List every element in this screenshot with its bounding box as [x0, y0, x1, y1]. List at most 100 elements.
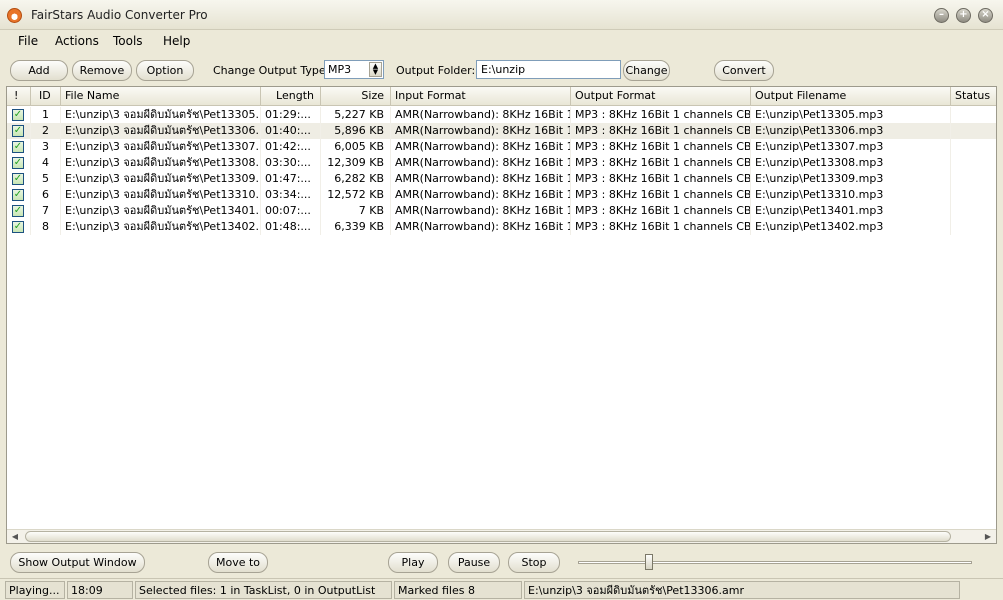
cell-id: 5	[31, 171, 61, 187]
cell-id: 2	[31, 123, 61, 139]
table-row[interactable]: ✓ 7 E:\unzip\3 จอมผีดิบมันตรัช\Pet13401...…	[7, 203, 996, 219]
cell-length: 00:07:...	[261, 203, 321, 219]
cell-status	[951, 123, 996, 139]
checkbox[interactable]: ✓	[12, 173, 24, 185]
menu-file[interactable]: File	[18, 34, 38, 48]
cell-size: 6,282 KB	[321, 171, 391, 187]
cell-size: 6,005 KB	[321, 139, 391, 155]
cell-output-filename: E:\unzip\Pet13309.mp3	[751, 171, 951, 187]
cell-size: 7 KB	[321, 203, 391, 219]
column-header-id[interactable]: ID	[31, 87, 61, 106]
checkbox[interactable]: ✓	[12, 125, 24, 137]
cell-output-filename: E:\unzip\Pet13308.mp3	[751, 155, 951, 171]
row-checkbox: ✓	[7, 123, 31, 139]
output-folder-label: Output Folder:	[396, 64, 476, 77]
cell-length: 03:30:...	[261, 155, 321, 171]
status-state: Playing...	[5, 581, 65, 599]
remove-button[interactable]: Remove	[72, 60, 132, 81]
output-type-value: MP3	[328, 63, 352, 76]
cell-output-format: MP3 : 8KHz 16Bit 1 channels CB...	[571, 187, 751, 203]
row-checkbox: ✓	[7, 139, 31, 155]
column-header-file-name[interactable]: File Name	[61, 87, 261, 106]
table-row[interactable]: ✓ 8 E:\unzip\3 จอมผีดิบมันตรัช\Pet13402...…	[7, 219, 996, 235]
cell-status	[951, 107, 996, 123]
table-row[interactable]: ✓ 1 E:\unzip\3 จอมผีดิบมันตรัช\Pet13305...…	[7, 107, 996, 123]
change-folder-button[interactable]: Change	[623, 60, 670, 81]
cell-input-format: AMR(Narrowband): 8KHz 16Bit 1...	[391, 107, 571, 123]
cell-output-format: MP3 : 8KHz 16Bit 1 channels CB...	[571, 107, 751, 123]
stop-button[interactable]: Stop	[508, 552, 560, 573]
column-header-status[interactable]: Status	[951, 87, 996, 106]
cell-id: 4	[31, 155, 61, 171]
move-to-button[interactable]: Move to	[208, 552, 268, 573]
window-title: FairStars Audio Converter Pro	[31, 8, 208, 22]
pause-button[interactable]: Pause	[448, 552, 500, 573]
table-row[interactable]: ✓ 2 E:\unzip\3 จอมผีดิบมันตรัช\Pet13306...…	[7, 123, 996, 139]
task-list: ! ID File Name Length Size Input Format …	[6, 86, 997, 544]
cell-output-filename: E:\unzip\Pet13306.mp3	[751, 123, 951, 139]
output-type-select[interactable]: MP3 ▲ ▼	[324, 60, 384, 79]
cell-status	[951, 139, 996, 155]
cell-length: 01:29:...	[261, 107, 321, 123]
table-row[interactable]: ✓ 4 E:\unzip\3 จอมผีดิบมันตรัช\Pet13308...…	[7, 155, 996, 171]
status-current-file: E:\unzip\3 จอมผีดิบมันตรัช\Pet13306.amr	[524, 581, 960, 599]
column-header-mark[interactable]: !	[7, 87, 31, 106]
cell-status	[951, 155, 996, 171]
checkbox[interactable]: ✓	[12, 109, 24, 121]
cell-length: 01:40:...	[261, 123, 321, 139]
column-header-size[interactable]: Size	[321, 87, 391, 106]
cell-output-format: MP3 : 8KHz 16Bit 1 channels CB...	[571, 219, 751, 235]
output-type-label: Change Output Type:	[213, 64, 330, 77]
add-button[interactable]: Add	[10, 60, 68, 81]
checkbox[interactable]: ✓	[12, 205, 24, 217]
checkbox[interactable]: ✓	[12, 189, 24, 201]
column-header-output-filename[interactable]: Output Filename	[751, 87, 951, 106]
cell-length: 03:34:...	[261, 187, 321, 203]
option-button[interactable]: Option	[136, 60, 194, 81]
table-row[interactable]: ✓ 3 E:\unzip\3 จอมผีดิบมันตรัช\Pet13307...…	[7, 139, 996, 155]
scroll-right-icon[interactable]: ▶	[982, 531, 994, 542]
cell-output-filename: E:\unzip\Pet13307.mp3	[751, 139, 951, 155]
cell-file-name: E:\unzip\3 จอมผีดิบมันตรัช\Pet13308...	[61, 155, 261, 171]
column-header-length[interactable]: Length	[261, 87, 321, 106]
menu-help[interactable]: Help	[163, 34, 190, 48]
cell-input-format: AMR(Narrowband): 8KHz 16Bit 1...	[391, 155, 571, 171]
checkbox[interactable]: ✓	[12, 221, 24, 233]
checkbox[interactable]: ✓	[12, 157, 24, 169]
row-checkbox: ✓	[7, 155, 31, 171]
spin-arrows-icon[interactable]: ▲ ▼	[369, 62, 382, 77]
maximize-icon[interactable]: +	[956, 8, 971, 23]
horizontal-scrollbar[interactable]: ◀ ▶	[7, 529, 996, 543]
show-output-window-button[interactable]: Show Output Window	[10, 552, 145, 573]
cell-id: 8	[31, 219, 61, 235]
cell-input-format: AMR(Narrowband): 8KHz 16Bit 1...	[391, 219, 571, 235]
table-row[interactable]: ✓ 6 E:\unzip\3 จอมผีดิบมันตรัช\Pet13310...…	[7, 187, 996, 203]
cell-output-filename: E:\unzip\Pet13305.mp3	[751, 107, 951, 123]
cell-input-format: AMR(Narrowband): 8KHz 16Bit 1...	[391, 187, 571, 203]
scroll-left-icon[interactable]: ◀	[9, 531, 21, 542]
cell-output-filename: E:\unzip\Pet13401.mp3	[751, 203, 951, 219]
cell-status	[951, 219, 996, 235]
scrollbar-thumb[interactable]	[25, 531, 951, 542]
cell-status	[951, 203, 996, 219]
row-checkbox: ✓	[7, 107, 31, 123]
close-icon[interactable]: ×	[978, 8, 993, 23]
cell-length: 01:48:...	[261, 219, 321, 235]
play-button[interactable]: Play	[388, 552, 438, 573]
cell-file-name: E:\unzip\3 จอมผีดิบมันตรัช\Pet13307...	[61, 139, 261, 155]
column-header-input-format[interactable]: Input Format	[391, 87, 571, 106]
column-header-output-format[interactable]: Output Format	[571, 87, 751, 106]
task-list-header: ! ID File Name Length Size Input Format …	[7, 87, 996, 106]
cell-output-filename: E:\unzip\Pet13310.mp3	[751, 187, 951, 203]
checkbox[interactable]: ✓	[12, 141, 24, 153]
menu-tools[interactable]: Tools	[113, 34, 143, 48]
convert-button[interactable]: Convert	[714, 60, 774, 81]
cell-file-name: E:\unzip\3 จอมผีดิบมันตรัช\Pet13305...	[61, 107, 261, 123]
volume-slider[interactable]	[578, 561, 972, 564]
minimize-icon[interactable]: –	[934, 8, 949, 23]
menu-actions[interactable]: Actions	[55, 34, 99, 48]
volume-slider-thumb[interactable]	[645, 554, 653, 570]
cell-input-format: AMR(Narrowband): 8KHz 16Bit 1...	[391, 139, 571, 155]
table-row[interactable]: ✓ 5 E:\unzip\3 จอมผีดิบมันตรัช\Pet13309...…	[7, 171, 996, 187]
output-folder-input[interactable]: E:\unzip	[476, 60, 621, 79]
